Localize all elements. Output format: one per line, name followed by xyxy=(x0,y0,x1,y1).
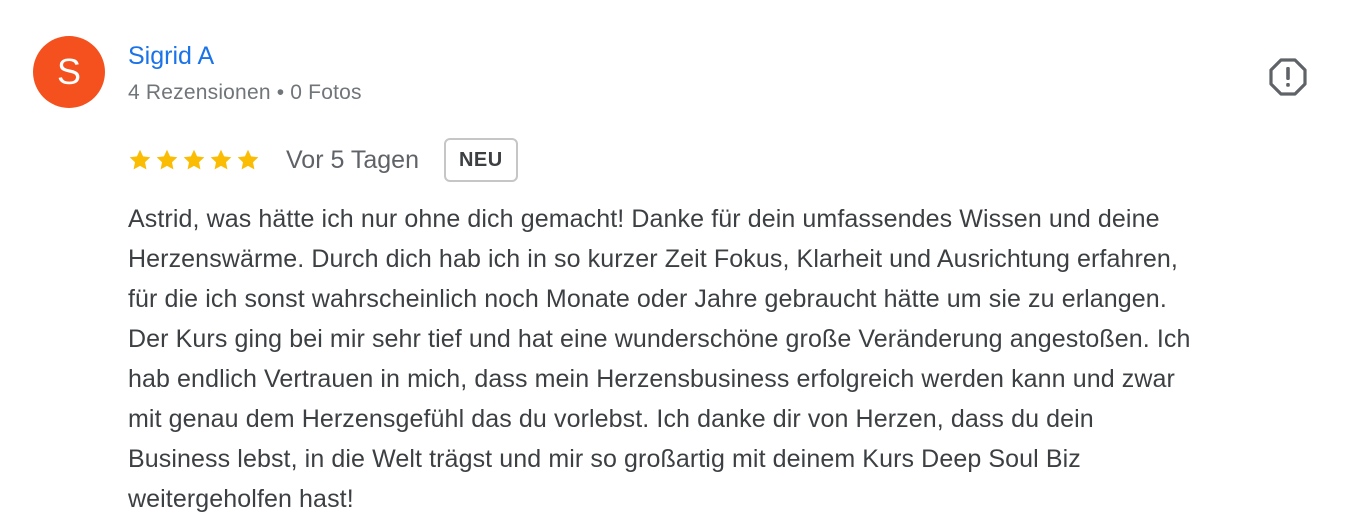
star-icon xyxy=(183,149,205,170)
review-text-line: mit genau dem Herzensgefühl das du vorle… xyxy=(128,405,1094,433)
review-text-line: hab endlich Vertrauen in mich, dass mein… xyxy=(128,365,1175,393)
review-text-line: weitergeholfen hast! xyxy=(128,485,354,513)
star-icon xyxy=(156,149,178,170)
new-badge: NEU xyxy=(443,138,518,182)
author-meta: 4 Rezensionen • 0 Fotos xyxy=(128,81,362,105)
review-text-line: Herzenswärme. Durch dich hab ich in so k… xyxy=(128,245,1178,273)
star-icon xyxy=(210,149,232,170)
review-text-line: Astrid, was hätte ich nur ohne dich gema… xyxy=(128,205,1160,233)
report-button[interactable] xyxy=(1268,57,1308,97)
reviews-count: 4 Rezensionen xyxy=(128,81,271,104)
avatar[interactable]: S xyxy=(33,36,105,108)
star-icon xyxy=(129,149,151,170)
review-text-line: für die ich sonst wahrscheinlich noch Mo… xyxy=(128,285,1167,313)
review-text-line: Der Kurs ging bei mir sehr tief und hat … xyxy=(128,325,1191,353)
avatar-initial: S xyxy=(56,51,81,92)
photos-count: 0 Fotos xyxy=(290,81,362,104)
author-name-link[interactable]: Sigrid A xyxy=(128,42,214,71)
review-text: Astrid, was hätte ich nur ohne dich gema… xyxy=(128,199,1343,519)
review-card: S Sigrid A 4 Rezensionen • 0 Fotos Vor 5 T… xyxy=(0,0,1354,524)
rating-row: Vor 5 Tagen NEU xyxy=(128,136,518,184)
review-text-line: Business lebst, in die Welt trägst und m… xyxy=(128,445,1081,473)
review-date: Vor 5 Tagen xyxy=(286,145,419,174)
meta-separator: • xyxy=(276,81,285,104)
star-icon xyxy=(237,149,259,170)
report-flag-icon xyxy=(1269,58,1307,96)
star-rating xyxy=(128,148,260,172)
